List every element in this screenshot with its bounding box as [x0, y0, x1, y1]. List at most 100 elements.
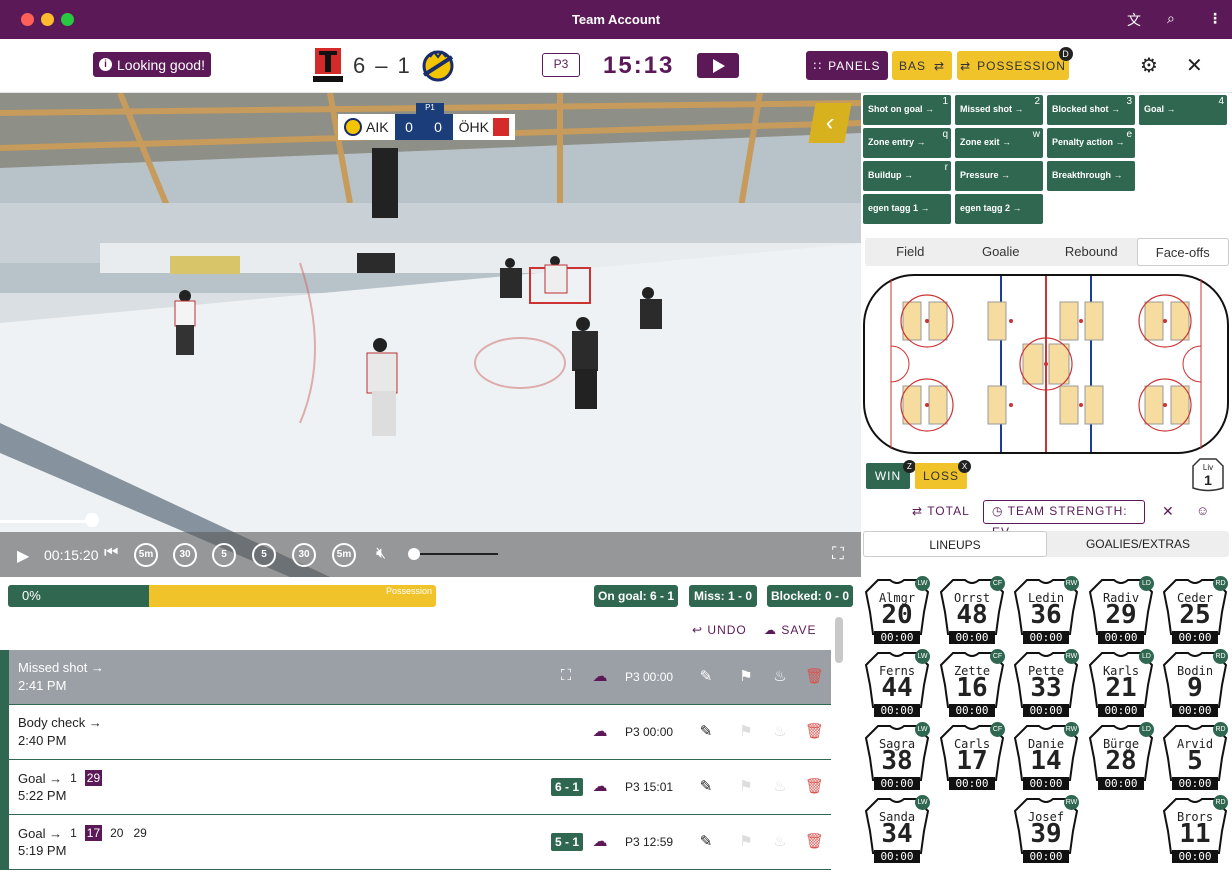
flame-icon[interactable]: ♨ [771, 722, 789, 740]
event-row[interactable]: Goal → 1 17 20 29 5:19 PM 5 - 1 ☁ P3 12:59 ✎… [0, 815, 831, 870]
translate-icon[interactable]: 文 [1127, 10, 1141, 30]
event-row[interactable]: Body check → 2:40 PM ☁ P3 00:00 ✎ ⚑ ♨ 🗑︎ [0, 705, 831, 760]
flag-icon[interactable]: ⚑ [737, 722, 755, 740]
video-player[interactable]: ‹ [0, 93, 861, 577]
flame-icon[interactable]: ♨ [771, 667, 789, 685]
event-row[interactable]: Goal → 1 29 5:22 PM 6 - 1 ☁ P3 15:01 ✎ ⚑ ♨… [0, 760, 831, 815]
cloud-upload-icon[interactable]: ☁ [591, 722, 609, 740]
delete-icon[interactable]: 🗑︎ [805, 722, 824, 740]
scorebug-left-team: AIK [338, 114, 395, 140]
settings-gear-icon[interactable]: ⚙ [1140, 53, 1158, 78]
event-button[interactable]: Pressure → [955, 161, 1043, 191]
clear-strength-icon[interactable]: ✕ [1162, 503, 1174, 520]
seek-handle[interactable] [85, 513, 99, 527]
player-jersey[interactable]: Orrst 48 00:00 CF [939, 576, 1005, 646]
possession-button[interactable]: ⇄ POSSESSION D [957, 47, 1073, 80]
period-indicator[interactable]: P3 [542, 53, 580, 77]
volume-slider[interactable] [412, 553, 498, 555]
forward-30s-icon[interactable]: 30 [292, 543, 316, 567]
edit-icon[interactable]: ✎ [697, 722, 715, 740]
flag-icon[interactable]: ⚑ [737, 832, 755, 850]
player-jersey[interactable]: Josef 39 00:00 RW [1013, 795, 1079, 865]
event-button[interactable]: Blocked shot → 3 [1047, 95, 1135, 125]
event-button[interactable]: Breakthrough → [1047, 161, 1135, 191]
panels-button[interactable]: ∷ PANELS [806, 51, 888, 80]
player-position-badge: CF [990, 649, 1005, 664]
player-jersey[interactable]: Ceder 25 00:00 RD [1162, 576, 1228, 646]
mute-icon[interactable]: 🔇︎ [376, 545, 386, 563]
flag-icon[interactable]: ⚑ [737, 777, 755, 795]
rewind-5m-icon[interactable]: 5m [134, 543, 158, 567]
seek-progress[interactable] [0, 520, 92, 523]
player-jersey[interactable]: Sanda 34 00:00 LW [864, 795, 930, 865]
people-icon[interactable]: ☺ [1196, 503, 1209, 518]
tab-goalie[interactable]: Goalie [956, 238, 1047, 266]
tab-rebound[interactable]: Rebound [1046, 238, 1137, 266]
close-icon[interactable]: ✕ [1186, 53, 1203, 78]
event-list-scrollbar[interactable] [835, 617, 843, 663]
event-button[interactable]: Penalty action → e [1047, 128, 1135, 158]
event-button[interactable]: Missed shot → 2 [955, 95, 1043, 125]
zoom-icon[interactable]: ⌕ [1167, 10, 1175, 27]
forward-5m-icon[interactable]: 5m [332, 543, 356, 567]
tab-goalies-extras[interactable]: GOALIES/EXTRAS [1047, 531, 1229, 557]
team-strength-button[interactable]: ◷ TEAM STRENGTH: EV [983, 500, 1145, 539]
cloud-upload-icon[interactable]: ☁ [591, 667, 609, 685]
flame-icon[interactable]: ♨ [771, 832, 789, 850]
event-button[interactable]: Zone exit → w [955, 128, 1043, 158]
edit-icon[interactable]: ✎ [697, 832, 715, 850]
rewind-5s-icon[interactable]: 5 [212, 543, 236, 567]
more-menu-icon[interactable]: ⋮ [1208, 10, 1222, 27]
player-jersey[interactable]: Ferns 44 00:00 LW [864, 649, 930, 719]
play-icon[interactable]: ▶ [17, 546, 29, 566]
edit-icon[interactable]: ✎ [697, 667, 715, 685]
total-toggle[interactable]: ⇄ TOTAL [912, 504, 970, 518]
edit-icon[interactable]: ✎ [697, 777, 715, 795]
player-jersey[interactable]: Pette 33 00:00 RW [1013, 649, 1079, 719]
tab-field[interactable]: Field [865, 238, 956, 266]
player-jersey[interactable]: Radiv 29 00:00 LD [1088, 576, 1154, 646]
liv-jersey-button[interactable]: Liv 1 [1192, 458, 1224, 492]
expand-icon[interactable]: ⛶ [557, 667, 575, 684]
cloud-upload-icon[interactable]: ☁ [591, 777, 609, 795]
save-button[interactable]: ☁ SAVE [764, 623, 816, 637]
player-jersey[interactable]: Carls 17 00:00 CF [939, 722, 1005, 792]
player-jersey[interactable]: Arvid 5 00:00 RD [1162, 722, 1228, 792]
bas-button[interactable]: BAS ⇄ [892, 51, 952, 80]
event-button[interactable]: egen tagg 1 → [863, 194, 951, 224]
undo-button[interactable]: ↩ UNDO [692, 623, 747, 637]
player-jersey[interactable]: Brors 11 00:00 RD [1162, 795, 1228, 865]
player-jersey[interactable]: Sagra 38 00:00 LW [864, 722, 930, 792]
forward-5s-icon[interactable]: 5 [252, 543, 276, 567]
flag-icon[interactable]: ⚑ [737, 667, 755, 685]
player-jersey[interactable]: Almgr 20 00:00 LW [864, 576, 930, 646]
player-jersey[interactable]: Danie 14 00:00 RW [1013, 722, 1079, 792]
game-clock[interactable]: 15:13 [603, 52, 674, 80]
volume-handle[interactable] [408, 548, 420, 560]
delete-icon[interactable]: 🗑︎ [805, 777, 824, 795]
player-jersey[interactable]: Ledin 36 00:00 RW [1013, 576, 1079, 646]
event-button[interactable]: Zone entry → q [863, 128, 951, 158]
tab-face-offs[interactable]: Face-offs [1136, 238, 1229, 266]
event-row[interactable]: Missed shot → 2:41 PM ⛶ ☁ P3 00:00 ✎ ⚑ ♨… [0, 650, 831, 705]
player-jersey[interactable]: Bodin 9 00:00 RD [1162, 649, 1228, 719]
delete-icon[interactable]: 🗑︎ [805, 667, 824, 685]
player-jersey[interactable]: Bürge 28 00:00 LD [1088, 722, 1154, 792]
next-panel-chevron-icon[interactable]: ‹ [808, 103, 852, 143]
cloud-upload-icon[interactable]: ☁ [591, 832, 609, 850]
rewind-30s-icon[interactable]: 30 [173, 543, 197, 567]
event-button[interactable]: Buildup → r [863, 161, 951, 191]
player-jersey[interactable]: Karls 21 00:00 LD [1088, 649, 1154, 719]
delete-icon[interactable]: 🗑︎ [805, 832, 824, 850]
player-jersey[interactable]: Zette 16 00:00 CF [939, 649, 1005, 719]
go-to-start-icon[interactable]: ⏮ [104, 544, 118, 562]
faceoff-rink[interactable] [863, 274, 1229, 454]
player-ice-time: 00:00 [1023, 631, 1069, 644]
clock-play-button[interactable] [697, 53, 739, 78]
tab-lineups[interactable]: LINEUPS [863, 531, 1047, 557]
event-button[interactable]: Goal → 4 [1139, 95, 1227, 125]
fullscreen-icon[interactable]: ⛶ [832, 544, 844, 564]
event-button[interactable]: egen tagg 2 → [955, 194, 1043, 224]
event-button[interactable]: Shot on goal → 1 [863, 95, 951, 125]
flame-icon[interactable]: ♨ [771, 777, 789, 795]
